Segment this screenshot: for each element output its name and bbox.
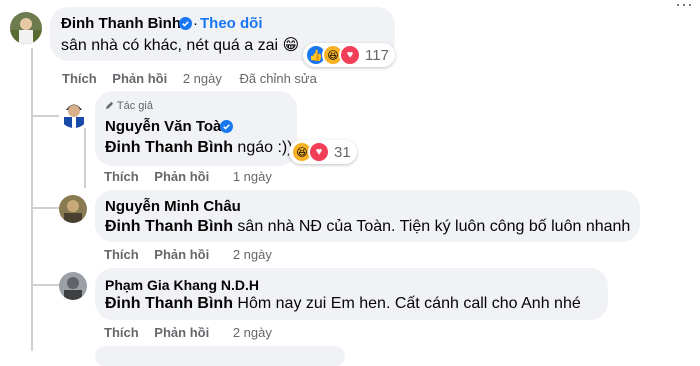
- reply-button[interactable]: Phản hồi: [154, 325, 209, 340]
- author-name[interactable]: Phạm Gia Khang N.D.H: [105, 277, 259, 293]
- comment-bubble: Nguyễn Minh Châu Đinh Thanh Bình sân nhà…: [95, 190, 640, 242]
- more-options-icon[interactable]: ···: [675, 0, 693, 15]
- love-icon: ♥: [339, 44, 361, 66]
- reply-connector: [31, 207, 59, 209]
- comment-bubble: Phạm Gia Khang N.D.H Đinh Thanh Bình Hôm…: [95, 268, 608, 320]
- mention-link[interactable]: Đinh Thanh Bình: [105, 295, 233, 312]
- comment-actions: Thích Phản hồi 2 ngày: [104, 325, 286, 341]
- comment-actions: Thích Phản hồi 2 ngày: [104, 247, 286, 263]
- author-name[interactable]: Nguyễn Văn Toàn: [105, 118, 231, 136]
- reply-button[interactable]: Phản hồi: [112, 71, 167, 86]
- comment-text: sân nhà có khác, nét quá a zai 😁: [61, 37, 300, 54]
- reaction-summary[interactable]: 😆 ♥ 31: [289, 140, 357, 164]
- thread-line: [31, 48, 33, 351]
- like-button[interactable]: Thích: [104, 325, 139, 340]
- timestamp[interactable]: 2 ngày: [233, 325, 272, 340]
- pen-icon: [105, 101, 114, 110]
- avatar[interactable]: [59, 272, 87, 300]
- thread-line: [84, 128, 86, 188]
- avatar[interactable]: [59, 98, 89, 128]
- author-badge: Tác giả: [105, 100, 153, 112]
- follow-button[interactable]: Theo dõi: [200, 15, 263, 32]
- comment-bubble: Tác giả Nguyễn Văn Toàn Đinh Thanh Bình …: [95, 91, 297, 166]
- comment-actions: Thích Phản hồi 2 ngày Đã chỉnh sửa: [62, 71, 331, 87]
- comment-text: Đinh Thanh Bình ngáo :)): [105, 139, 293, 156]
- comment-text: Đinh Thanh Bình Hôm nay zui Em hen. Cất …: [105, 295, 581, 312]
- reaction-count: 117: [365, 46, 389, 64]
- comment-bubble-partial: [95, 346, 345, 366]
- author-name[interactable]: Nguyễn Minh Châu: [105, 198, 241, 216]
- reply-connector: [31, 115, 59, 117]
- reply-connector: [31, 284, 59, 286]
- edited-label: Đã chỉnh sửa: [239, 71, 317, 86]
- reaction-summary[interactable]: 👍 😆 ♥ 117: [303, 43, 395, 67]
- comment-actions: Thích Phản hồi 1 ngày: [104, 169, 286, 185]
- reply-button[interactable]: Phản hồi: [154, 169, 209, 184]
- mention-link[interactable]: Đinh Thanh Bình: [105, 139, 233, 156]
- avatar[interactable]: [10, 12, 42, 44]
- reply-button[interactable]: Phản hồi: [154, 247, 209, 262]
- timestamp[interactable]: 2 ngày: [233, 247, 272, 262]
- author-name[interactable]: Đinh Thanh Bình: [61, 15, 181, 33]
- like-button[interactable]: Thích: [104, 169, 139, 184]
- avatar[interactable]: [59, 195, 87, 223]
- like-button[interactable]: Thích: [62, 71, 97, 86]
- verified-badge-icon: [179, 17, 192, 30]
- like-button[interactable]: Thích: [104, 247, 139, 262]
- timestamp[interactable]: 2 ngày: [183, 71, 222, 86]
- verified-badge-icon: [220, 120, 233, 133]
- comment-text: Đinh Thanh Bình sân nhà NĐ của Toàn. Tiệ…: [105, 218, 631, 235]
- separator-dot: ·: [193, 15, 198, 32]
- love-icon: ♥: [308, 141, 330, 163]
- mention-link[interactable]: Đinh Thanh Bình: [105, 218, 233, 235]
- timestamp[interactable]: 1 ngày: [233, 169, 272, 184]
- grin-emoji: 😁: [282, 37, 300, 54]
- comment-bubble: Đinh Thanh Bình · Theo dõi sân nhà có kh…: [50, 7, 395, 67]
- reaction-count: 31: [334, 143, 351, 161]
